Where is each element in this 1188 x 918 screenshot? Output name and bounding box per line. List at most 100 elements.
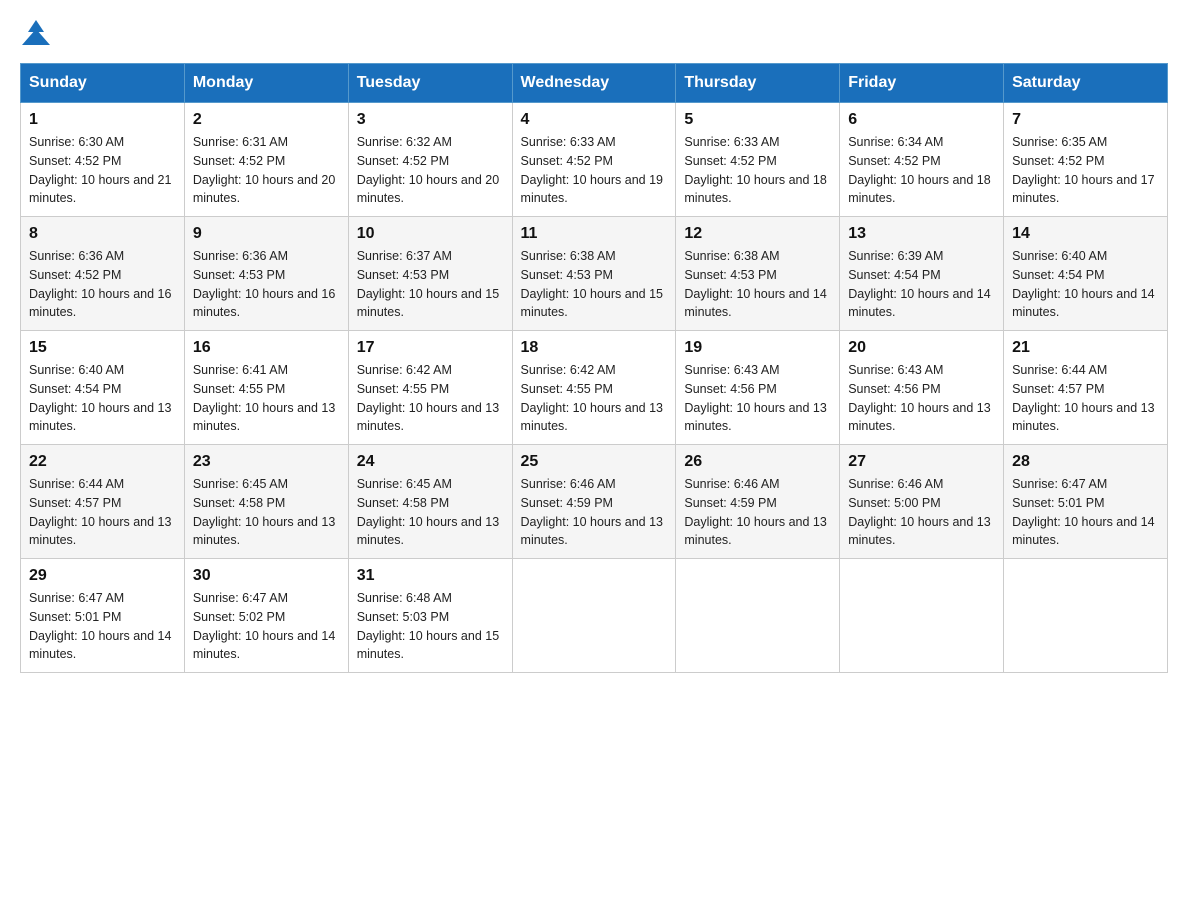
day-number: 1 (29, 111, 176, 129)
day-number: 15 (29, 339, 176, 357)
calendar-cell: 15 Sunrise: 6:40 AMSunset: 4:54 PMDaylig… (21, 331, 185, 445)
calendar-cell: 29 Sunrise: 6:47 AMSunset: 5:01 PMDaylig… (21, 559, 185, 673)
day-info: Sunrise: 6:43 AMSunset: 4:56 PMDaylight:… (848, 363, 990, 433)
day-number: 14 (1012, 225, 1159, 243)
day-info: Sunrise: 6:45 AMSunset: 4:58 PMDaylight:… (357, 477, 499, 547)
day-number: 8 (29, 225, 176, 243)
day-info: Sunrise: 6:39 AMSunset: 4:54 PMDaylight:… (848, 249, 990, 319)
day-info: Sunrise: 6:38 AMSunset: 4:53 PMDaylight:… (521, 249, 663, 319)
logo (20, 20, 50, 45)
calendar-cell (676, 559, 840, 673)
day-info: Sunrise: 6:46 AMSunset: 4:59 PMDaylight:… (521, 477, 663, 547)
day-number: 11 (521, 225, 668, 243)
calendar-header-thursday: Thursday (676, 64, 840, 103)
day-number: 30 (193, 567, 340, 585)
day-number: 6 (848, 111, 995, 129)
day-info: Sunrise: 6:35 AMSunset: 4:52 PMDaylight:… (1012, 135, 1154, 205)
calendar-cell: 18 Sunrise: 6:42 AMSunset: 4:55 PMDaylig… (512, 331, 676, 445)
calendar-cell: 7 Sunrise: 6:35 AMSunset: 4:52 PMDayligh… (1004, 103, 1168, 217)
day-info: Sunrise: 6:46 AMSunset: 4:59 PMDaylight:… (684, 477, 826, 547)
day-info: Sunrise: 6:33 AMSunset: 4:52 PMDaylight:… (521, 135, 663, 205)
day-number: 12 (684, 225, 831, 243)
calendar-cell: 8 Sunrise: 6:36 AMSunset: 4:52 PMDayligh… (21, 217, 185, 331)
calendar-cell: 24 Sunrise: 6:45 AMSunset: 4:58 PMDaylig… (348, 445, 512, 559)
calendar-cell: 17 Sunrise: 6:42 AMSunset: 4:55 PMDaylig… (348, 331, 512, 445)
calendar-cell: 14 Sunrise: 6:40 AMSunset: 4:54 PMDaylig… (1004, 217, 1168, 331)
calendar-cell: 22 Sunrise: 6:44 AMSunset: 4:57 PMDaylig… (21, 445, 185, 559)
day-number: 20 (848, 339, 995, 357)
calendar-cell: 27 Sunrise: 6:46 AMSunset: 5:00 PMDaylig… (840, 445, 1004, 559)
day-info: Sunrise: 6:47 AMSunset: 5:02 PMDaylight:… (193, 591, 335, 661)
day-number: 18 (521, 339, 668, 357)
day-info: Sunrise: 6:47 AMSunset: 5:01 PMDaylight:… (1012, 477, 1154, 547)
calendar-cell: 10 Sunrise: 6:37 AMSunset: 4:53 PMDaylig… (348, 217, 512, 331)
calendar-cell (512, 559, 676, 673)
day-number: 10 (357, 225, 504, 243)
calendar-week-row: 15 Sunrise: 6:40 AMSunset: 4:54 PMDaylig… (21, 331, 1168, 445)
logo-triangle-large-icon (22, 29, 50, 45)
calendar-cell: 23 Sunrise: 6:45 AMSunset: 4:58 PMDaylig… (184, 445, 348, 559)
calendar-cell: 9 Sunrise: 6:36 AMSunset: 4:53 PMDayligh… (184, 217, 348, 331)
day-info: Sunrise: 6:38 AMSunset: 4:53 PMDaylight:… (684, 249, 826, 319)
day-info: Sunrise: 6:48 AMSunset: 5:03 PMDaylight:… (357, 591, 499, 661)
day-info: Sunrise: 6:40 AMSunset: 4:54 PMDaylight:… (29, 363, 171, 433)
day-info: Sunrise: 6:32 AMSunset: 4:52 PMDaylight:… (357, 135, 499, 205)
calendar-header-sunday: Sunday (21, 64, 185, 103)
day-info: Sunrise: 6:46 AMSunset: 5:00 PMDaylight:… (848, 477, 990, 547)
calendar-cell (840, 559, 1004, 673)
day-info: Sunrise: 6:43 AMSunset: 4:56 PMDaylight:… (684, 363, 826, 433)
calendar-cell: 25 Sunrise: 6:46 AMSunset: 4:59 PMDaylig… (512, 445, 676, 559)
day-info: Sunrise: 6:34 AMSunset: 4:52 PMDaylight:… (848, 135, 990, 205)
day-number: 27 (848, 453, 995, 471)
day-info: Sunrise: 6:30 AMSunset: 4:52 PMDaylight:… (29, 135, 171, 205)
calendar-header-friday: Friday (840, 64, 1004, 103)
day-number: 5 (684, 111, 831, 129)
day-number: 3 (357, 111, 504, 129)
calendar-cell: 26 Sunrise: 6:46 AMSunset: 4:59 PMDaylig… (676, 445, 840, 559)
calendar-week-row: 29 Sunrise: 6:47 AMSunset: 5:01 PMDaylig… (21, 559, 1168, 673)
calendar-header-row: SundayMondayTuesdayWednesdayThursdayFrid… (21, 64, 1168, 103)
day-number: 31 (357, 567, 504, 585)
calendar-cell: 13 Sunrise: 6:39 AMSunset: 4:54 PMDaylig… (840, 217, 1004, 331)
day-number: 21 (1012, 339, 1159, 357)
calendar-cell: 31 Sunrise: 6:48 AMSunset: 5:03 PMDaylig… (348, 559, 512, 673)
day-info: Sunrise: 6:44 AMSunset: 4:57 PMDaylight:… (1012, 363, 1154, 433)
page-header (20, 20, 1168, 45)
day-info: Sunrise: 6:36 AMSunset: 4:52 PMDaylight:… (29, 249, 171, 319)
day-info: Sunrise: 6:33 AMSunset: 4:52 PMDaylight:… (684, 135, 826, 205)
calendar-header-saturday: Saturday (1004, 64, 1168, 103)
day-number: 19 (684, 339, 831, 357)
day-number: 23 (193, 453, 340, 471)
calendar-cell: 28 Sunrise: 6:47 AMSunset: 5:01 PMDaylig… (1004, 445, 1168, 559)
calendar-cell: 1 Sunrise: 6:30 AMSunset: 4:52 PMDayligh… (21, 103, 185, 217)
day-info: Sunrise: 6:31 AMSunset: 4:52 PMDaylight:… (193, 135, 335, 205)
day-info: Sunrise: 6:45 AMSunset: 4:58 PMDaylight:… (193, 477, 335, 547)
calendar-cell: 12 Sunrise: 6:38 AMSunset: 4:53 PMDaylig… (676, 217, 840, 331)
day-number: 22 (29, 453, 176, 471)
calendar-cell: 21 Sunrise: 6:44 AMSunset: 4:57 PMDaylig… (1004, 331, 1168, 445)
day-info: Sunrise: 6:44 AMSunset: 4:57 PMDaylight:… (29, 477, 171, 547)
calendar-cell: 3 Sunrise: 6:32 AMSunset: 4:52 PMDayligh… (348, 103, 512, 217)
day-number: 24 (357, 453, 504, 471)
day-info: Sunrise: 6:41 AMSunset: 4:55 PMDaylight:… (193, 363, 335, 433)
calendar-cell: 6 Sunrise: 6:34 AMSunset: 4:52 PMDayligh… (840, 103, 1004, 217)
calendar-cell: 16 Sunrise: 6:41 AMSunset: 4:55 PMDaylig… (184, 331, 348, 445)
calendar-cell: 20 Sunrise: 6:43 AMSunset: 4:56 PMDaylig… (840, 331, 1004, 445)
day-number: 29 (29, 567, 176, 585)
calendar-week-row: 1 Sunrise: 6:30 AMSunset: 4:52 PMDayligh… (21, 103, 1168, 217)
day-number: 2 (193, 111, 340, 129)
day-number: 7 (1012, 111, 1159, 129)
calendar-cell: 4 Sunrise: 6:33 AMSunset: 4:52 PMDayligh… (512, 103, 676, 217)
calendar-cell: 30 Sunrise: 6:47 AMSunset: 5:02 PMDaylig… (184, 559, 348, 673)
calendar-cell: 19 Sunrise: 6:43 AMSunset: 4:56 PMDaylig… (676, 331, 840, 445)
calendar-header-tuesday: Tuesday (348, 64, 512, 103)
calendar-cell (1004, 559, 1168, 673)
calendar-header-monday: Monday (184, 64, 348, 103)
day-number: 13 (848, 225, 995, 243)
day-number: 26 (684, 453, 831, 471)
calendar-week-row: 8 Sunrise: 6:36 AMSunset: 4:52 PMDayligh… (21, 217, 1168, 331)
day-number: 25 (521, 453, 668, 471)
day-number: 28 (1012, 453, 1159, 471)
day-info: Sunrise: 6:47 AMSunset: 5:01 PMDaylight:… (29, 591, 171, 661)
day-number: 16 (193, 339, 340, 357)
